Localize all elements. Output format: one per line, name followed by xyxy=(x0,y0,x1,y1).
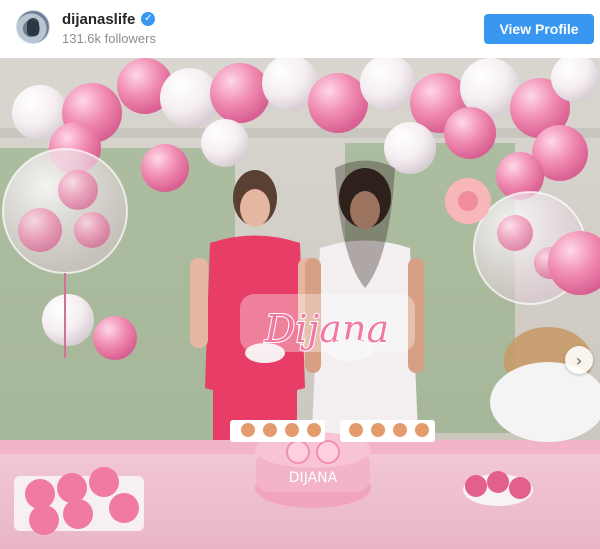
birthday-cake: DIJANA xyxy=(255,432,371,508)
cupcake-stand-right xyxy=(340,420,435,442)
verified-badge-icon: ✓ xyxy=(141,12,156,26)
username-row: dijanaslife ✓ xyxy=(62,10,156,28)
username[interactable]: dijanaslife xyxy=(62,11,135,28)
avatar[interactable] xyxy=(16,10,50,44)
paper-flower xyxy=(445,178,491,224)
chevron-right-icon: › xyxy=(575,350,583,370)
view-profile-button[interactable]: View Profile xyxy=(484,14,594,44)
next-image-button[interactable]: › xyxy=(565,346,593,374)
party-photo: Dijana DIJANA xyxy=(0,58,600,549)
embed-header: dijanaslife ✓ 131.6k followers View Prof… xyxy=(0,0,600,58)
cupcake-stand-left xyxy=(230,420,325,442)
donuts-left xyxy=(14,467,144,535)
post-image[interactable]: Dijana DIJANA › xyxy=(0,58,600,549)
followers-count: 131.6k followers xyxy=(62,31,156,46)
instagram-embed: dijanaslife ✓ 131.6k followers View Prof… xyxy=(0,0,600,549)
cake-text: DIJANA xyxy=(289,470,338,486)
